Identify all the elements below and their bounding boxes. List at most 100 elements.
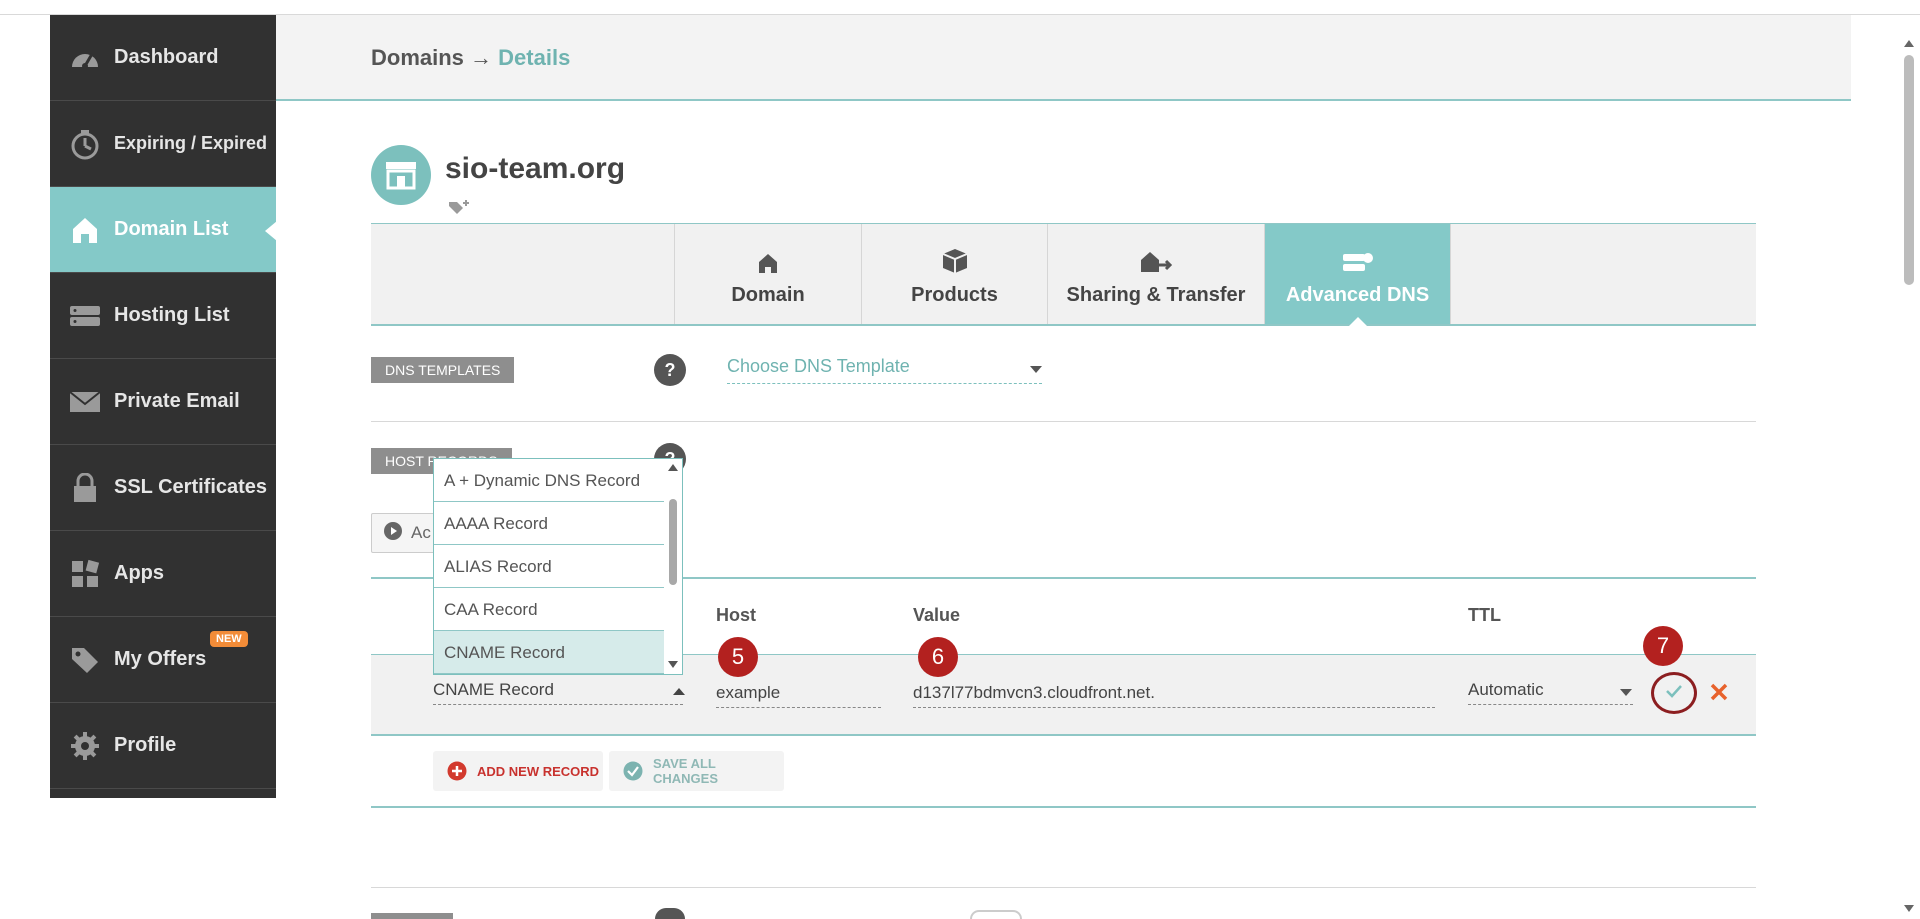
play-icon bbox=[383, 521, 403, 546]
sidebar: Dashboard Expiring / Expired Domain List… bbox=[50, 15, 277, 798]
breadcrumb: Domains → Details bbox=[371, 45, 570, 71]
sidebar-item-label: Domain List bbox=[114, 218, 229, 240]
next-section-label bbox=[371, 913, 453, 919]
home-transfer-icon bbox=[1140, 242, 1172, 274]
add-record-label: ADD NEW RECORD bbox=[477, 763, 600, 779]
dns-templates-help-icon[interactable]: ? bbox=[654, 354, 686, 386]
sidebar-item-label: Hosting List bbox=[114, 304, 230, 326]
record-type-option[interactable]: ALIAS Record bbox=[434, 545, 664, 588]
home-icon bbox=[757, 242, 779, 274]
dns-template-select[interactable]: Choose DNS Template bbox=[727, 356, 1042, 384]
scroll-down-arrow-icon[interactable] bbox=[1904, 905, 1914, 912]
breadcrumb-arrow: → bbox=[470, 45, 493, 70]
section-divider bbox=[371, 887, 1756, 888]
new-badge: NEW bbox=[210, 631, 248, 647]
dns-server-icon bbox=[1342, 242, 1374, 274]
record-type-dropdown-list[interactable]: A + Dynamic DNS Record AAAA Record ALIAS… bbox=[433, 458, 683, 675]
cancel-record-button[interactable] bbox=[1710, 678, 1728, 706]
domain-name: sio-team.org bbox=[445, 152, 626, 185]
sidebar-item-ssl[interactable]: SSL Certificates bbox=[50, 445, 276, 531]
speedometer-icon bbox=[68, 43, 102, 73]
breadcrumb-root[interactable]: Domains bbox=[371, 45, 464, 70]
apps-grid-icon bbox=[68, 559, 102, 589]
sidebar-item-expiring[interactable]: Expiring / Expired bbox=[50, 101, 276, 187]
dns-templates-label: DNS TEMPLATES bbox=[371, 357, 515, 383]
sidebar-item-label: My Offers bbox=[114, 648, 207, 670]
column-header-host: Host bbox=[716, 605, 756, 625]
plus-circle-icon bbox=[447, 761, 467, 781]
tab-domain[interactable]: Domain bbox=[674, 224, 861, 324]
domain-store-icon bbox=[371, 145, 431, 205]
dropdown-scroll-thumb[interactable] bbox=[669, 499, 677, 585]
timer-icon bbox=[68, 129, 102, 159]
sidebar-item-label: Apps bbox=[114, 562, 164, 584]
chevron-down-icon bbox=[1030, 366, 1042, 373]
sidebar-item-hosting-list[interactable]: Hosting List bbox=[50, 273, 276, 359]
toggle-switch[interactable] bbox=[970, 910, 1022, 919]
sidebar-item-domain-list[interactable]: Domain List bbox=[50, 187, 277, 273]
record-type-option-selected[interactable]: CNAME Record bbox=[434, 631, 664, 674]
sidebar-item-dashboard[interactable]: Dashboard bbox=[50, 15, 276, 101]
add-new-record-button[interactable]: ADD NEW RECORD bbox=[433, 751, 603, 791]
save-all-label: SAVE ALL CHANGES bbox=[653, 756, 719, 786]
value-input[interactable]: d137l77bdmvcn3.cloudfront.net. bbox=[913, 683, 1435, 708]
sidebar-item-apps[interactable]: Apps bbox=[50, 531, 276, 617]
step-marker-7: 7 bbox=[1643, 626, 1683, 666]
step-marker-6: 6 bbox=[918, 637, 958, 677]
record-type-select[interactable]: CNAME Record bbox=[433, 680, 683, 705]
tag-icon bbox=[68, 645, 102, 675]
record-type-option[interactable]: A + Dynamic DNS Record bbox=[434, 459, 664, 502]
sidebar-item-my-offers[interactable]: My Offers NEW bbox=[50, 617, 276, 703]
scroll-up-arrow-icon[interactable] bbox=[668, 464, 678, 471]
chevron-up-icon bbox=[673, 688, 685, 695]
scroll-up-arrow-icon[interactable] bbox=[1904, 40, 1914, 47]
page-scrollbar[interactable] bbox=[1904, 55, 1914, 285]
next-section-help-icon bbox=[655, 908, 685, 919]
ttl-select[interactable]: Automatic bbox=[1468, 680, 1633, 705]
record-type-value: CNAME Record bbox=[433, 680, 554, 699]
gear-icon bbox=[68, 731, 102, 761]
sidebar-item-label: SSL Certificates bbox=[114, 476, 268, 498]
dns-template-placeholder: Choose DNS Template bbox=[727, 356, 910, 376]
chevron-down-icon bbox=[1620, 689, 1632, 696]
sidebar-item-label: Profile bbox=[114, 734, 177, 756]
ttl-value: Automatic bbox=[1468, 680, 1544, 699]
save-all-changes-button[interactable]: SAVE ALL CHANGES bbox=[609, 751, 784, 791]
confirm-record-button[interactable] bbox=[1651, 672, 1697, 714]
tab-label: Products bbox=[911, 283, 998, 306]
sidebar-item-profile[interactable]: Profile bbox=[50, 703, 276, 789]
section-divider bbox=[371, 421, 1756, 422]
sidebar-item-label: Dashboard bbox=[114, 46, 219, 68]
record-type-option[interactable]: CAA Record bbox=[434, 588, 664, 631]
sidebar-item-private-email[interactable]: Private Email bbox=[50, 359, 276, 445]
lock-icon bbox=[68, 472, 102, 503]
table-bottom-divider bbox=[371, 806, 1756, 808]
close-icon bbox=[1710, 676, 1728, 707]
record-type-option[interactable]: AAAA Record bbox=[434, 502, 664, 545]
column-header-ttl: TTL bbox=[1468, 605, 1501, 625]
tab-sharing-transfer[interactable]: Sharing & Transfer bbox=[1047, 224, 1264, 324]
server-icon bbox=[68, 301, 102, 331]
box-icon bbox=[942, 242, 968, 274]
home-icon bbox=[68, 215, 102, 245]
checkmark-icon bbox=[1665, 684, 1683, 703]
page-header: Domains → Details bbox=[276, 15, 1851, 101]
tab-products[interactable]: Products bbox=[861, 224, 1047, 324]
domain-tabs: Domain Products Sharing & Transfer Advan… bbox=[371, 223, 1756, 326]
sidebar-item-label: Expiring / Expired bbox=[114, 133, 268, 153]
dropdown-scrollbar[interactable] bbox=[666, 459, 680, 674]
column-header-value: Value bbox=[913, 605, 961, 625]
envelope-icon bbox=[68, 387, 102, 417]
breadcrumb-current: Details bbox=[498, 45, 571, 70]
actions-label: Ac bbox=[411, 523, 431, 542]
tab-label: Advanced DNS bbox=[1285, 283, 1430, 306]
host-input[interactable]: example bbox=[716, 683, 881, 708]
tab-advanced-dns[interactable]: Advanced DNS bbox=[1264, 224, 1450, 326]
check-circle-icon bbox=[623, 761, 643, 781]
step-marker-5: 5 bbox=[718, 637, 758, 677]
scroll-down-arrow-icon[interactable] bbox=[668, 661, 678, 668]
tab-divider bbox=[1450, 224, 1451, 324]
host-value: example bbox=[716, 683, 781, 702]
add-tag-icon[interactable] bbox=[448, 200, 470, 221]
value-text: d137l77bdmvcn3.cloudfront.net. bbox=[913, 683, 1155, 702]
